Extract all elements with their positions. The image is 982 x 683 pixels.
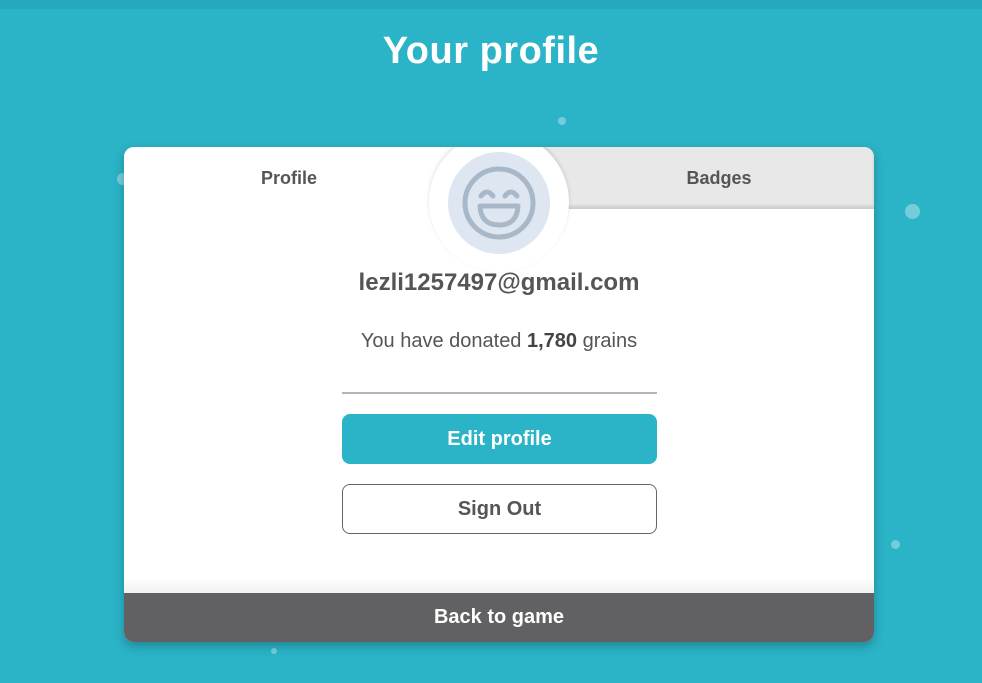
- decorative-bubble: [905, 204, 920, 219]
- divider: [342, 392, 657, 394]
- edit-profile-button[interactable]: Edit profile: [342, 414, 657, 464]
- donated-prefix: You have donated: [360, 330, 527, 352]
- content-fade: [124, 579, 874, 593]
- user-email: lezli1257497@gmail.com: [358, 269, 640, 296]
- donated-suffix: grains: [577, 330, 638, 352]
- top-strip: [0, 0, 982, 9]
- donation-summary: You have donated 1,780 grains: [124, 330, 874, 353]
- tab-profile[interactable]: Profile: [124, 147, 454, 209]
- decorative-bubble: [891, 540, 900, 549]
- profile-card: Profile Badges lezli1257497@gmail.com Yo…: [124, 147, 874, 642]
- back-to-game-button[interactable]: Back to game: [124, 593, 874, 642]
- decorative-bubble: [271, 648, 277, 654]
- sign-out-button[interactable]: Sign Out: [342, 484, 657, 534]
- donated-amount: 1,780: [527, 330, 578, 352]
- decorative-bubble: [558, 117, 566, 125]
- avatar: [448, 152, 550, 254]
- tab-badges[interactable]: Badges: [534, 147, 874, 209]
- page-title: Your profile: [382, 30, 600, 72]
- smiley-face-icon: [462, 166, 536, 240]
